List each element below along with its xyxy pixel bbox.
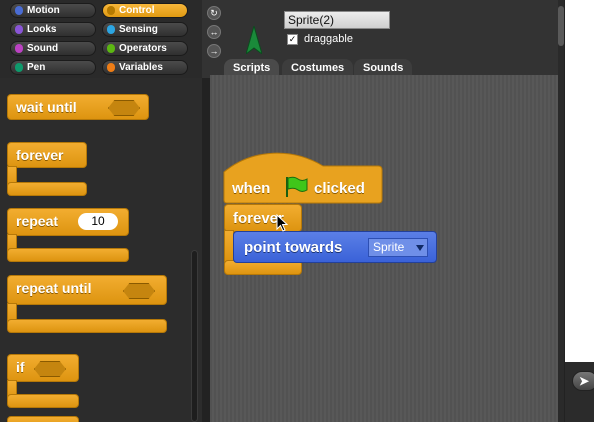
category-label: Variables bbox=[119, 62, 163, 73]
if-block[interactable]: if bbox=[7, 354, 79, 382]
category-selector: Motion Looks Sound Pen Control Sensing O… bbox=[0, 0, 202, 78]
category-looks[interactable]: Looks bbox=[10, 22, 96, 37]
sound-color-dot bbox=[15, 44, 23, 53]
repeat-block-foot bbox=[7, 248, 129, 262]
looks-color-dot bbox=[15, 25, 23, 34]
forever-block-foot bbox=[7, 182, 87, 196]
hat-clicked-label: clicked bbox=[314, 180, 365, 197]
category-control[interactable]: Control bbox=[102, 3, 188, 18]
repeat-count-input[interactable]: 10 bbox=[78, 213, 118, 230]
block-label: point towards bbox=[244, 239, 343, 256]
category-label: Operators bbox=[119, 43, 167, 54]
no-rotate-button[interactable]: → bbox=[207, 44, 221, 58]
boolean-slot[interactable] bbox=[108, 100, 140, 116]
category-sound[interactable]: Sound bbox=[10, 41, 96, 56]
block-palette: wait until forever repeat 10 repeat unti… bbox=[0, 78, 202, 422]
boolean-slot[interactable] bbox=[34, 361, 66, 377]
category-label: Control bbox=[119, 5, 155, 16]
rotate-left-right-button[interactable]: ↔ bbox=[207, 25, 221, 39]
palette-scrollbar[interactable] bbox=[191, 250, 198, 422]
forever-block[interactable]: forever bbox=[7, 142, 87, 168]
block-label: repeat until bbox=[16, 280, 92, 296]
category-pen[interactable]: Pen bbox=[10, 60, 96, 75]
repeat-block[interactable]: repeat 10 bbox=[7, 208, 129, 236]
motion-color-dot bbox=[15, 6, 23, 15]
category-label: Sound bbox=[27, 43, 59, 54]
operators-color-dot bbox=[107, 44, 115, 53]
target-dropdown[interactable]: Sprite bbox=[368, 238, 428, 257]
hat-when-label: when bbox=[232, 180, 271, 197]
target-dropdown-value: Sprite bbox=[373, 240, 405, 254]
mouse-cursor-icon bbox=[276, 214, 288, 232]
sprite-name-input[interactable]: Sprite(2) bbox=[284, 11, 390, 29]
chevron-down-icon bbox=[416, 245, 424, 251]
stage-arrow-button[interactable]: ➤ bbox=[572, 371, 594, 391]
category-label: Sensing bbox=[119, 24, 158, 35]
wait-until-block[interactable]: wait until bbox=[7, 94, 149, 120]
script-forever-block[interactable]: forever bbox=[224, 204, 302, 232]
block-label: if bbox=[16, 359, 25, 375]
sprite-direction-arrow-icon bbox=[246, 26, 262, 54]
rotate-full-button[interactable]: ↻ bbox=[207, 6, 221, 20]
scrollbar-thumb[interactable] bbox=[558, 6, 564, 46]
draggable-checkbox[interactable]: ✓ bbox=[287, 34, 298, 45]
category-variables[interactable]: Variables bbox=[102, 60, 188, 75]
category-operators[interactable]: Operators bbox=[102, 41, 188, 56]
draggable-label: draggable bbox=[304, 33, 353, 45]
if-else-block-partial[interactable] bbox=[7, 416, 79, 422]
pen-color-dot bbox=[15, 63, 23, 72]
sensing-color-dot bbox=[107, 25, 115, 34]
category-label: Motion bbox=[27, 5, 60, 16]
variables-color-dot bbox=[107, 63, 115, 72]
if-block-foot bbox=[7, 394, 79, 408]
category-label: Looks bbox=[27, 24, 57, 35]
block-label: wait until bbox=[16, 99, 77, 115]
stage[interactable] bbox=[565, 0, 594, 362]
category-label: Pen bbox=[27, 62, 46, 73]
repeat-until-block[interactable]: repeat until bbox=[7, 275, 167, 305]
category-motion[interactable]: Motion bbox=[10, 3, 96, 18]
point-towards-block[interactable]: point towards Sprite bbox=[233, 231, 437, 263]
repeat-until-block-foot bbox=[7, 319, 167, 333]
green-flag-icon bbox=[286, 176, 308, 197]
category-sensing[interactable]: Sensing bbox=[102, 22, 188, 37]
boolean-slot[interactable] bbox=[123, 283, 155, 299]
block-label: forever bbox=[16, 147, 64, 163]
block-label: repeat bbox=[16, 213, 59, 229]
scripts-scrollbar[interactable] bbox=[558, 0, 564, 422]
control-color-dot bbox=[107, 6, 115, 15]
